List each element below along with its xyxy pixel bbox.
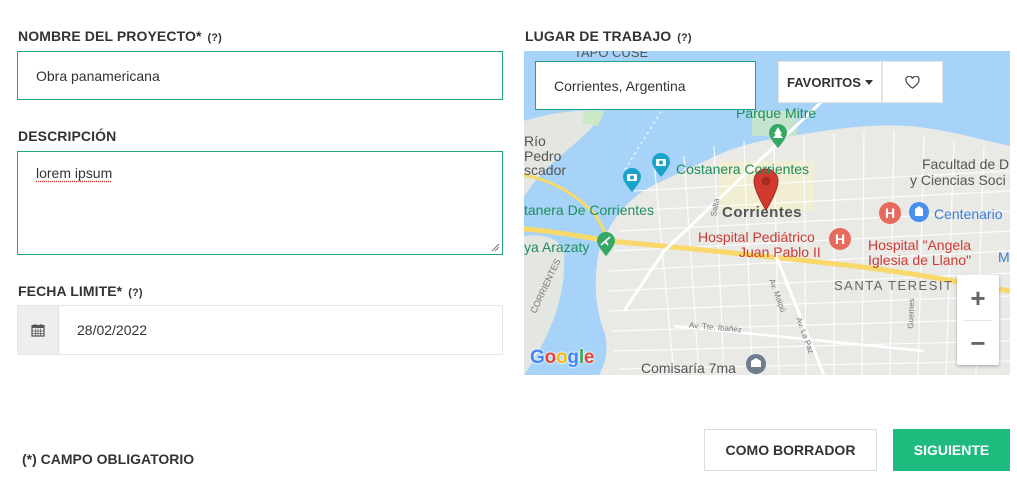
deadline-label-text: FECHA LIMITE* [18, 283, 123, 299]
map-city-label: Corrientes [722, 204, 803, 221]
google-letter: G [530, 347, 545, 368]
project-name-label: NOMBRE DEL PROYECTO* (?) [18, 28, 222, 44]
map-label: TAPO CUSE [574, 51, 649, 60]
project-name-input[interactable]: Obra panamericana [17, 51, 503, 100]
description-value: lorem ipsum [36, 165, 113, 181]
map-label: y Ciencias Soci [910, 172, 1006, 188]
svg-text:H: H [835, 231, 845, 247]
required-fields-note: (*) CAMPO OBLIGATORIO [22, 451, 195, 467]
map-label: Juan Pablo II [739, 244, 821, 260]
map-label: ya Arazaty [524, 239, 590, 255]
police-pin-icon [746, 354, 766, 374]
zoom-out-button[interactable]: − [957, 320, 999, 365]
tourism-pin-icon [623, 168, 641, 192]
project-name-label-text: NOMBRE DEL PROYECTO* [18, 28, 202, 44]
school-pin-icon [909, 202, 929, 222]
favorites-label: FAVORITOS [787, 74, 861, 90]
map-label: Centenario [934, 206, 1003, 222]
zoom-in-icon: + [970, 282, 986, 313]
map-label: Costanera Corrientes [676, 161, 810, 177]
tourism-pin-icon [652, 153, 670, 177]
zoom-in-button[interactable]: + [957, 275, 999, 320]
map-label: Iglesia de Llano" [868, 252, 972, 268]
calendar-addon[interactable] [18, 306, 59, 354]
save-draft-button[interactable]: COMO BORRADOR [704, 429, 877, 471]
google-letter: e [583, 347, 595, 368]
project-name-value: Obra panamericana [36, 68, 160, 84]
map-label: tanera De Corrientes [524, 202, 654, 218]
beach-pin-icon [597, 232, 615, 256]
map-label: scador [524, 162, 567, 178]
hospital-pin-icon: H [879, 202, 901, 224]
description-textarea[interactable]: lorem ipsum [17, 151, 503, 255]
location-search-value: Corrientes, Argentina [554, 78, 686, 94]
add-favorite-button[interactable] [882, 61, 943, 103]
map-label: SANTA TERESIT [834, 278, 954, 293]
deadline-help-icon[interactable]: (?) [128, 287, 142, 299]
google-logo: Google [530, 347, 594, 369]
description-label: DESCRIPCIÓN [18, 128, 116, 144]
project-name-help-icon[interactable]: (?) [208, 32, 222, 44]
location-search-input[interactable]: Corrientes, Argentina [535, 61, 756, 110]
description-label-text: DESCRIPCIÓN [18, 128, 117, 144]
google-letter: g [567, 347, 579, 368]
map-label: Comisaría 7ma [641, 360, 736, 375]
map-label: Guemes [906, 298, 917, 329]
map-label: M [998, 249, 1010, 265]
resize-grip-icon[interactable] [491, 243, 500, 252]
svg-text:H: H [885, 205, 895, 221]
deadline-label: FECHA LIMITE* (?) [18, 283, 143, 299]
calendar-icon [31, 324, 45, 337]
map-label: Facultad de D [922, 156, 1010, 172]
map-label: Hospital Pediátrico [698, 229, 815, 245]
caret-down-icon [864, 79, 873, 85]
heart-icon [905, 75, 920, 89]
favorites-dropdown-button[interactable]: FAVORITOS [778, 61, 882, 103]
workplace-label-text: LUGAR DE TRABAJO [525, 28, 672, 44]
google-letter: o [556, 347, 568, 368]
map-label: Río [524, 133, 546, 149]
deadline-date-picker[interactable]: 28/02/2022 [17, 305, 503, 355]
map-label: Hospital "Angela [868, 237, 972, 253]
workplace-map[interactable]: H H TAPO CUSE Parque Mitre Río Pedro sca… [524, 51, 1010, 375]
hospital-pin-icon: H [829, 228, 851, 250]
google-letter: o [544, 347, 557, 368]
map-zoom-control: + − [957, 275, 999, 365]
workplace-help-icon[interactable]: (?) [677, 32, 691, 44]
deadline-value: 28/02/2022 [77, 322, 148, 338]
next-button[interactable]: SIGUIENTE [893, 429, 1010, 471]
zoom-out-icon: − [970, 327, 986, 358]
workplace-label: LUGAR DE TRABAJO (?) [525, 28, 692, 44]
park-pin-icon [769, 124, 787, 148]
